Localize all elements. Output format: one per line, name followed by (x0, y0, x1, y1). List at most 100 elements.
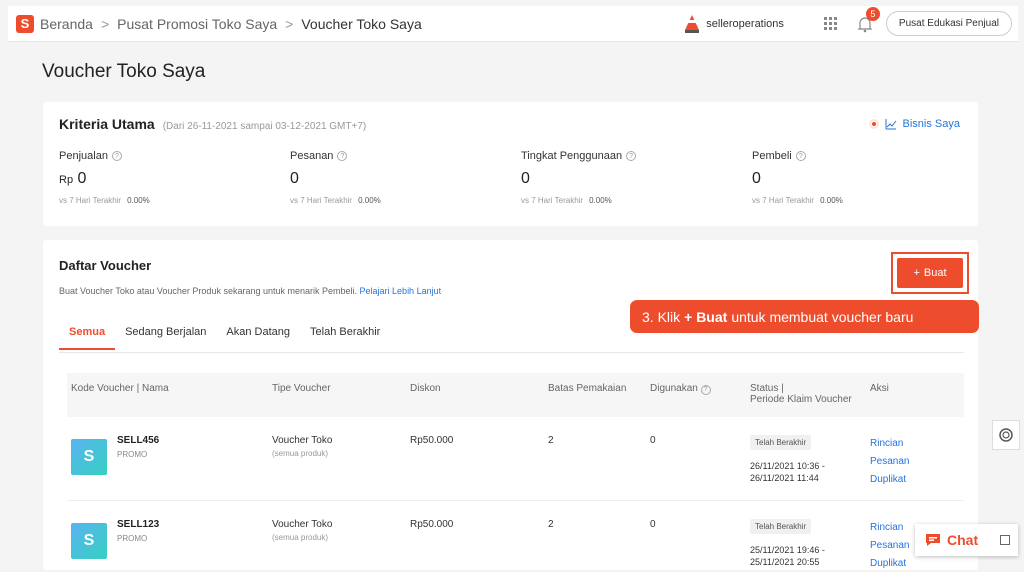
column-header-period-label: Periode Klaim Voucher (750, 394, 852, 405)
top-bar: S Beranda > Pusat Promosi Toko Saya > Vo… (8, 6, 1018, 42)
create-voucher-button[interactable]: + Buat (897, 258, 963, 288)
plus-icon: + (913, 267, 920, 279)
details-link[interactable]: Rincian (870, 435, 964, 453)
metric-pesanan: Pesanan? 0 vs 7 Hari Terakhir 0.00% (290, 150, 521, 205)
compare-label: vs 7 Hari Terakhir (59, 196, 122, 205)
live-dot-icon (868, 119, 879, 129)
breadcrumb-promo-center[interactable]: Pusat Promosi Toko Saya (117, 16, 277, 32)
metric-value: 0 (521, 170, 530, 187)
breadcrumb-home[interactable]: Beranda (40, 16, 93, 32)
voucher-name: PROMO (117, 450, 148, 459)
metric-label: Pembeli (752, 150, 792, 162)
currency-label: Rp (59, 174, 74, 186)
page-title: Voucher Toko Saya (42, 61, 206, 82)
period-end: 26/11/2021 11:44 (750, 473, 819, 483)
seller-education-button[interactable]: Pusat Edukasi Penjual (885, 11, 1012, 36)
compare-label: vs 7 Hari Terakhir (752, 196, 815, 205)
compare-label: vs 7 Hari Terakhir (521, 196, 584, 205)
metric-tingkat-penggunaan: Tingkat Penggunaan? 0 vs 7 Hari Terakhir… (521, 150, 752, 205)
apps-grid-icon[interactable] (823, 16, 838, 31)
usage-limit: 2 (548, 519, 554, 530)
tab-akan-datang[interactable]: Akan Datang (216, 326, 300, 350)
period-start: 25/11/2021 19:46 - (750, 545, 825, 555)
metric-value: 0 (752, 170, 761, 187)
voucher-discount: Rp50.000 (410, 519, 454, 530)
metric-value: 0 (77, 170, 87, 187)
key-metrics-card: Kriteria Utama (Dari 26-11-2021 sampai 0… (43, 102, 978, 226)
description-text: Buat Voucher Toko atau Voucher Produk se… (59, 286, 358, 296)
usage-count: 0 (650, 435, 656, 446)
period-end: 25/11/2021 20:55 (750, 557, 820, 567)
status-badge: Telah Berakhir (750, 435, 812, 450)
voucher-list-card: Daftar Voucher Buat Voucher Toko atau Vo… (43, 240, 979, 572)
metric-pembeli: Pembeli? 0 vs 7 Hari Terakhir 0.00% (752, 150, 983, 205)
help-icon[interactable]: ? (626, 151, 637, 161)
breadcrumb-separator: > (285, 15, 294, 32)
customer-service-icon[interactable] (992, 420, 1020, 450)
breadcrumb: Beranda > Pusat Promosi Toko Saya > Vouc… (40, 16, 422, 32)
voucher-code: SELL123 (117, 519, 160, 530)
seller-avatar-icon (685, 14, 700, 33)
help-icon[interactable]: ? (795, 151, 806, 161)
usage-count: 0 (650, 519, 656, 530)
tooltip-suffix: untuk membuat voucher baru (731, 308, 914, 325)
column-header-discount: Diskon (410, 383, 441, 394)
voucher-list-title: Daftar Voucher (59, 258, 152, 273)
chat-bubble-icon (926, 534, 940, 546)
user-menu[interactable]: selleroperations (682, 14, 784, 34)
tab-telah-berakhir[interactable]: Telah Berakhir (300, 326, 390, 350)
breadcrumb-current: Voucher Toko Saya (301, 15, 422, 32)
voucher-discount: Rp50.000 (410, 435, 454, 446)
table-row: S SELL456 PROMO Voucher Toko (semua produk… (67, 417, 964, 501)
voucher-thumbnail-icon: S (71, 523, 107, 559)
column-header-type: Tipe Voucher (272, 383, 331, 394)
create-button-highlight: + Buat (891, 252, 969, 294)
breadcrumb-separator: > (100, 15, 110, 32)
orders-link[interactable]: Pesanan (870, 453, 964, 471)
column-header-used: Digunakan ? (650, 383, 750, 395)
compare-value: 0.00% (589, 196, 612, 205)
metric-label: Penjualan (59, 150, 108, 162)
voucher-code: SELL456 (117, 435, 160, 446)
help-icon[interactable]: ? (111, 151, 122, 161)
tabs-divider (59, 352, 964, 353)
table-header: Kode Voucher | Nama Tipe Voucher Diskon … (67, 373, 964, 417)
help-icon[interactable]: ? (700, 384, 711, 395)
period-start: 26/11/2021 10:36 - (750, 461, 825, 471)
bisnis-saya-link[interactable]: Bisnis Saya (868, 118, 960, 130)
username: selleroperations (706, 17, 784, 30)
date-range: (Dari 26-11-2021 sampai 03-12-2021 GMT+7… (162, 121, 367, 132)
table-row: S SELL123 PROMO Voucher Toko (semua produk… (67, 501, 964, 572)
tooltip-prefix: 3. Klik (642, 308, 681, 325)
metric-penjualan: Penjualan? Rp 0 vs 7 Hari Terakhir 0.00% (59, 150, 290, 205)
chat-widget[interactable]: Chat (915, 524, 1018, 556)
voucher-scope: (semua produk) (272, 449, 329, 458)
column-header-limit: Batas Pemakaian (548, 383, 627, 394)
column-header-status-label: Status | (750, 383, 784, 394)
metric-label: Pesanan (290, 150, 334, 162)
shopee-logo-icon[interactable]: S (16, 14, 34, 33)
tab-sedang-berjalan[interactable]: Sedang Berjalan (115, 326, 216, 350)
voucher-table: Kode Voucher | Nama Tipe Voucher Diskon … (67, 373, 964, 572)
voucher-thumbnail-icon: S (71, 439, 107, 475)
duplicate-link[interactable]: Duplikat (870, 555, 964, 572)
voucher-status-tabs: Semua Sedang Berjalan Akan Datang Telah … (59, 326, 390, 350)
duplicate-link[interactable]: Duplikat (870, 471, 964, 489)
bisnis-saya-label: Bisnis Saya (902, 118, 960, 130)
learn-more-link[interactable]: Pelajari Lebih Lanjut (360, 286, 442, 296)
status-badge: Telah Berakhir (750, 519, 812, 534)
compare-value: 0.00% (820, 196, 843, 205)
column-header-status: Status | Periode Klaim Voucher (750, 383, 870, 405)
metric-label: Tingkat Penggunaan (521, 150, 623, 162)
usage-limit: 2 (548, 435, 554, 446)
column-header-used-label: Digunakan (650, 383, 698, 394)
chat-minimize-icon[interactable] (1000, 535, 1010, 545)
column-header-code: Kode Voucher | Nama (71, 383, 169, 394)
tutorial-tooltip: 3. Klik + Buat untuk membuat voucher bar… (630, 300, 979, 333)
compare-value: 0.00% (358, 196, 381, 205)
help-icon[interactable]: ? (337, 151, 348, 161)
tab-semua[interactable]: Semua (59, 326, 116, 350)
column-header-actions: Aksi (870, 383, 889, 394)
notification-bell-icon[interactable]: 5 (856, 6, 880, 33)
voucher-type: Voucher Toko (272, 519, 333, 530)
